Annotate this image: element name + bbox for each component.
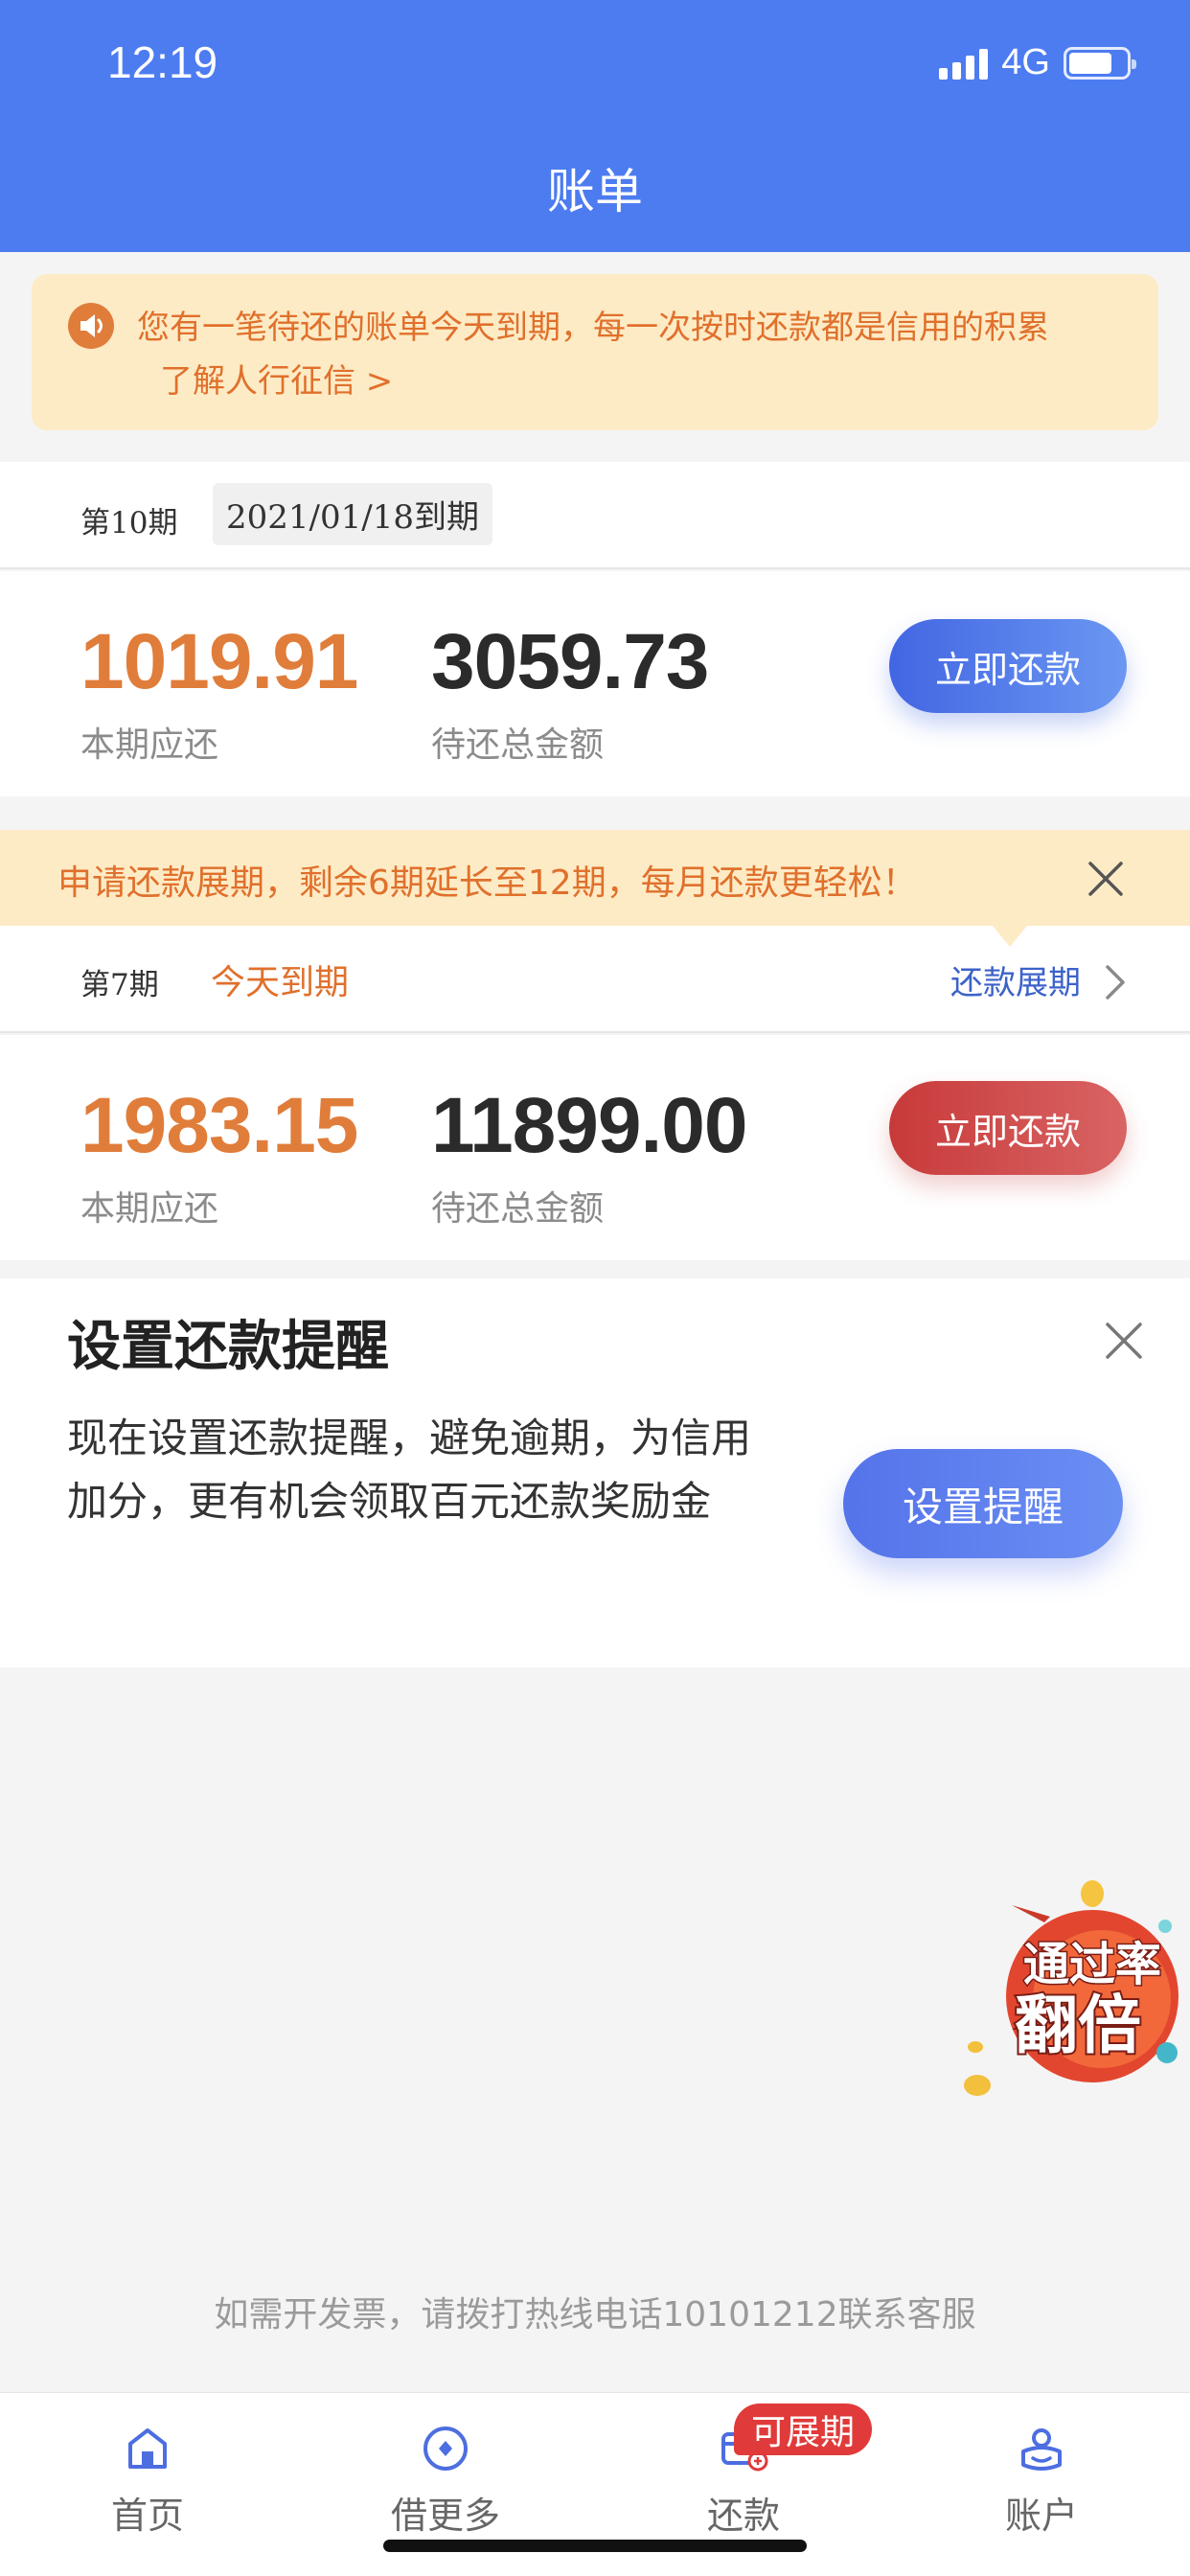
amount-total-label: 待还总金额 — [431, 725, 605, 765]
amount-total: 11899.00 — [431, 1082, 747, 1169]
bill-body-2: 1983.15 本期应还 11899.00 待还总金额 立即还款 — [0, 1035, 1190, 1260]
tab-borrow-more[interactable]: 借更多 — [331, 2423, 561, 2539]
promo-line2: 翻倍 — [1015, 1989, 1141, 2062]
amount-total-label: 待还总金额 — [431, 1189, 605, 1229]
tab-account[interactable]: 账户 — [927, 2423, 1156, 2539]
bill-body-1: 1019.91 本期应还 3059.73 待还总金额 立即还款 — [0, 571, 1190, 796]
notice-banner[interactable]: 您有一笔待还的账单今天到期，每一次按时还款都是信用的积累 了解人行征信 > — [32, 274, 1158, 430]
signal-icon — [939, 47, 989, 80]
home-icon — [128, 2428, 167, 2469]
extension-banner[interactable]: 申请还款展期，剩余6期延长至12期，每月还款更轻松！ — [0, 830, 1190, 926]
tab-label: 借更多 — [390, 2495, 500, 2537]
diamond-icon — [423, 2426, 468, 2471]
amount-due-now-label: 本期应还 — [80, 725, 219, 765]
status-time: 12:19 — [107, 37, 218, 87]
notice-text: 您有一笔待还的账单今天到期，每一次按时还款都是信用的积累 — [137, 309, 1049, 347]
reminder-description: 现在设置还款提醒，避免逾期，为信用加分，更有机会领取百元还款奖励金 — [67, 1414, 752, 1525]
amount-due-now: 1983.15 — [80, 1082, 358, 1169]
close-icon[interactable] — [1085, 858, 1127, 900]
bill-header-1: 第10期 2021/01/18到期 — [0, 462, 1190, 569]
extension-link[interactable]: 还款展期 — [950, 956, 1081, 1003]
period-label: 第7期 — [80, 968, 159, 1002]
tab-home[interactable]: 首页 — [33, 2423, 263, 2539]
amount-due-now-label: 本期应还 — [80, 1189, 219, 1229]
speaker-icon — [68, 303, 114, 349]
extension-banner-text: 申请还款展期，剩余6期延长至12期，每月还款更轻松！ — [57, 863, 917, 903]
tab-label: 还款 — [706, 2495, 780, 2537]
due-date-chip: 2021/01/18到期 — [213, 483, 492, 545]
amount-total: 3059.73 — [431, 618, 709, 705]
pay-now-button[interactable]: 立即还款 — [889, 1081, 1127, 1175]
due-status: 今天到期 — [211, 963, 350, 1002]
credit-info-link[interactable]: 了解人行征信 > — [160, 355, 393, 402]
pass-rate-promo-badge[interactable]: 通过率 翻倍 — [949, 1876, 1190, 2106]
banner-pointer — [993, 926, 1027, 947]
home-indicator — [383, 2540, 807, 2552]
pay-now-button[interactable]: 立即还款 — [889, 619, 1127, 713]
set-reminder-button[interactable]: 设置提醒 — [843, 1449, 1123, 1558]
invoice-hotline-note: 如需开发票，请拨打热线电话10101212联系客服 — [214, 2295, 976, 2334]
tab-label: 首页 — [110, 2495, 184, 2537]
promo-line1: 通过率 — [1023, 1938, 1161, 1991]
amount-due-now: 1019.91 — [80, 618, 358, 705]
period-label: 第10期 — [80, 506, 178, 540]
close-icon[interactable] — [1102, 1319, 1146, 1363]
reminder-title: 设置还款提醒 — [67, 1316, 389, 1378]
battery-icon — [1064, 46, 1136, 80]
page-title: 账单 — [547, 164, 643, 219]
user-icon — [1021, 2428, 1062, 2471]
tab-label: 账户 — [1004, 2495, 1078, 2537]
chevron-right-icon[interactable] — [1100, 963, 1129, 1001]
network-type: 4G — [1001, 42, 1050, 82]
status-indicators: 4G — [939, 42, 1136, 83]
extendable-badge: 可展期 — [734, 2404, 873, 2455]
